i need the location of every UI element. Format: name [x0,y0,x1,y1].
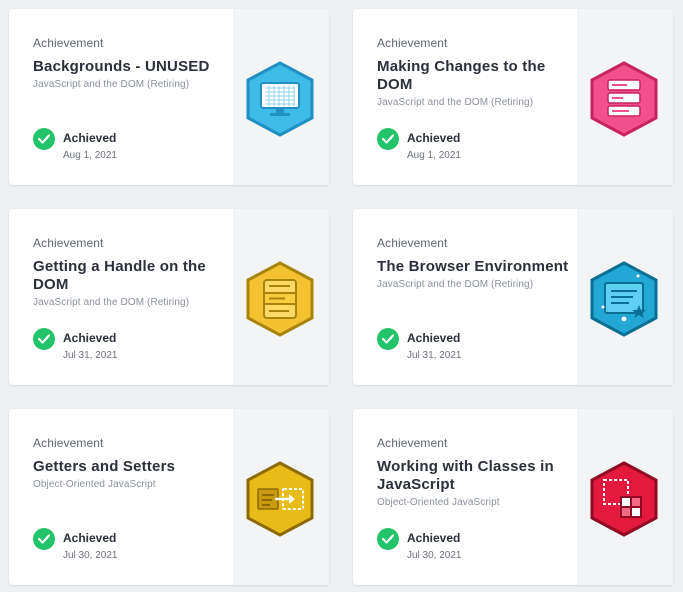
class-blocks-icon [590,461,658,537]
achievement-title: Backgrounds - UNUSED [33,58,210,75]
card-title-block: Getting a Handle on the DOM JavaScript a… [33,258,229,309]
badge-panel [233,409,329,585]
badge-panel [577,9,673,185]
achieved-date: Aug 1, 2021 [407,150,461,161]
achievement-card[interactable]: Achievement Getting a Handle on the DOM … [9,209,329,385]
browser-window-icon [590,261,658,337]
card-eyebrow: Achievement [377,436,448,450]
card-content: Achievement Getting a Handle on the DOM … [9,209,233,385]
achievement-title: Working with Classes in JavaScript [377,458,554,493]
list-box-icon [246,261,314,337]
card-content: Achievement The Browser Environment Java… [353,209,577,385]
check-circle-icon [377,328,399,350]
achievement-title: Getters and Setters [33,458,176,475]
achievement-title: Getting a Handle on the DOM [33,258,206,293]
course-name: JavaScript and the DOM (Retiring) [33,79,190,90]
card-content: Achievement Getters and Setters Object-O… [9,409,233,585]
status-label: Achieved [407,531,461,545]
badge-panel [577,409,673,585]
badge-panel [233,9,329,185]
status-label: Achieved [63,131,117,145]
course-name: Object-Oriented JavaScript [377,497,500,508]
check-circle-icon [33,328,55,350]
check-circle-icon [377,528,399,550]
card-title-block: Making Changes to the DOM JavaScript and… [377,58,573,109]
status-label: Achieved [63,331,117,345]
status-label: Achieved [63,531,117,545]
achieved-date: Jul 30, 2021 [407,550,462,561]
achievement-card[interactable]: Achievement Working with Classes in Java… [353,409,673,585]
card-title-block: Getters and Setters Object-Oriented Java… [33,458,229,491]
achieved-date: Jul 31, 2021 [63,350,118,361]
achievement-title: The Browser Environment [377,258,569,275]
achievement-card[interactable]: Achievement Getters and Setters Object-O… [9,409,329,585]
achievement-card[interactable]: Achievement Backgrounds - UNUSED JavaScr… [9,9,329,185]
card-eyebrow: Achievement [33,436,104,450]
check-circle-icon [33,128,55,150]
stacked-list-icon [590,61,658,137]
badge-panel [233,209,329,385]
status-label: Achieved [407,331,461,345]
card-title-block: Backgrounds - UNUSED JavaScript and the … [33,58,229,91]
achievement-title: Making Changes to the DOM [377,58,546,93]
course-name: JavaScript and the DOM (Retiring) [377,97,534,108]
input-arrow-icon [246,461,314,537]
card-title-block: Working with Classes in JavaScript Objec… [377,458,573,509]
monitor-icon [246,61,314,137]
achieved-date: Jul 31, 2021 [407,350,462,361]
card-eyebrow: Achievement [33,236,104,250]
card-content: Achievement Making Changes to the DOM Ja… [353,9,577,185]
achievement-card[interactable]: Achievement Making Changes to the DOM Ja… [353,9,673,185]
course-name: JavaScript and the DOM (Retiring) [377,279,534,290]
achieved-date: Jul 30, 2021 [63,550,118,561]
achieved-date: Aug 1, 2021 [63,150,117,161]
card-content: Achievement Backgrounds - UNUSED JavaScr… [9,9,233,185]
achievement-card[interactable]: Achievement The Browser Environment Java… [353,209,673,385]
check-circle-icon [33,528,55,550]
card-eyebrow: Achievement [377,36,448,50]
course-name: Object-Oriented JavaScript [33,479,156,490]
card-eyebrow: Achievement [33,36,104,50]
badge-panel [577,209,673,385]
card-eyebrow: Achievement [377,236,448,250]
card-content: Achievement Working with Classes in Java… [353,409,577,585]
card-title-block: The Browser Environment JavaScript and t… [377,258,573,291]
status-label: Achieved [407,131,461,145]
course-name: JavaScript and the DOM (Retiring) [33,297,190,308]
check-circle-icon [377,128,399,150]
